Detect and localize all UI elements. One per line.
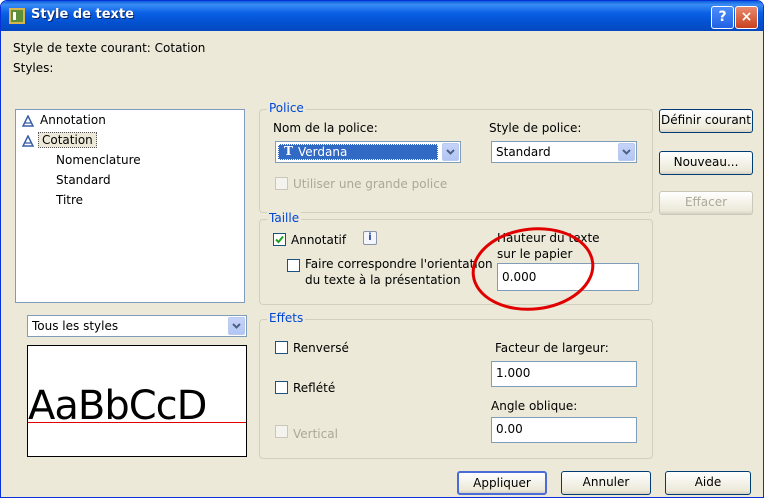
annotative-label: Annotatif [291,233,347,247]
set-current-button[interactable]: Définir courant [659,109,753,133]
close-button[interactable]: × [735,6,758,29]
apply-button[interactable]: Appliquer [457,471,547,495]
list-item[interactable]: Titre [56,193,83,207]
help-title-button[interactable]: ? [711,6,734,29]
annotative-icon [22,115,34,127]
new-button[interactable]: Nouveau... [659,151,753,175]
checkmark-icon [275,235,284,244]
backwards-checkbox[interactable] [275,381,288,394]
help-button[interactable]: Aide [665,471,751,495]
chevron-down-icon[interactable] [442,143,459,161]
chevron-down-icon[interactable] [228,317,245,335]
annotation-circle [471,227,595,311]
current-style-label: Style de texte courant: Cotation [13,41,206,55]
width-factor-label: Facteur de largeur: [495,341,609,355]
backwards-label: Reflété [293,381,336,395]
chevron-down-icon[interactable] [618,143,635,161]
match-orientation-label-line2: du texte à la présentation [305,273,461,287]
font-style-value: Standard [496,145,551,159]
font-name-value: Verdana [298,145,348,159]
size-group-legend: Taille [267,211,302,225]
style-preview: AaBbCcD [27,345,247,457]
list-item[interactable]: Nomenclature [56,153,141,167]
preview-text: AaBbCcD [28,383,207,429]
annotative-checkbox[interactable] [273,233,286,246]
delete-button[interactable]: Effacer [659,191,753,215]
bigfont-checkbox[interactable] [275,177,288,190]
width-factor-input[interactable]: 1.000 [491,361,637,387]
truetype-icon: T [284,144,293,158]
bigfont-label: Utiliser une grande police [293,177,448,191]
match-orientation-checkbox[interactable] [287,259,300,272]
list-item[interactable]: Standard [56,173,111,187]
annotative-icon [22,135,34,147]
font-style-label: Style de police: [489,121,582,135]
text-style-dialog: Style de texte ? × Style de texte couran… [0,0,764,498]
font-style-select[interactable]: Standard [491,141,637,163]
styles-label: Styles: [13,61,54,75]
oblique-angle-input[interactable]: 0.00 [491,417,637,443]
effects-group-legend: Effets [267,311,306,325]
font-name-select[interactable]: T Verdana [275,141,461,163]
cancel-button[interactable]: Annuler [561,471,651,495]
vertical-label: Vertical [293,427,338,441]
upside-down-label: Renversé [293,341,349,355]
font-group-legend: Police [267,101,306,115]
style-filter-select[interactable]: Tous les styles [27,315,247,337]
font-name-label: Nom de la police: [273,121,378,135]
vertical-checkbox[interactable] [275,425,288,438]
match-orientation-label-line1: Faire correspondre l'orientation [305,257,493,271]
info-icon[interactable]: i [363,231,377,245]
title-bar[interactable]: Style de texte ? × [1,1,763,31]
window-title: Style de texte [31,7,134,22]
oblique-angle-label: Angle oblique: [491,399,578,413]
styles-list[interactable]: Annotation Cotation Nomenclature Standar… [15,109,245,303]
style-filter-value: Tous les styles [32,319,119,333]
app-icon [9,8,25,24]
upside-down-checkbox[interactable] [275,341,288,354]
